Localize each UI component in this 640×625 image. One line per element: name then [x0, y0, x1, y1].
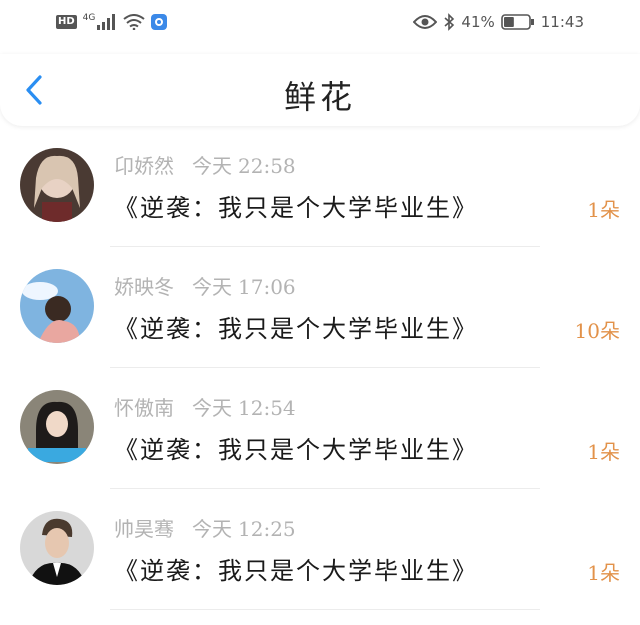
list-item[interactable]: 卬娇然 今天 22:58 《逆袭：我只是个大学毕业生》 1朵 — [0, 130, 640, 251]
sender-name: 怀傲南 — [114, 396, 174, 420]
list-item[interactable]: 怀傲南 今天 12:54 《逆袭：我只是个大学毕业生》 1朵 — [0, 372, 640, 493]
sender-meta: 帅昊骞 今天 12:25 — [114, 513, 296, 543]
book-title: 《逆袭：我只是个大学毕业生》 — [114, 557, 478, 585]
date-label: 今天 — [192, 275, 232, 299]
sender-name: 卬娇然 — [114, 154, 174, 178]
book-title: 《逆袭：我只是个大学毕业生》 — [114, 436, 478, 464]
date-label: 今天 — [192, 154, 232, 178]
flower-count: 1朵 — [587, 561, 620, 585]
sender-meta: 娇映冬 今天 17:06 — [114, 271, 296, 301]
avatar — [20, 511, 94, 585]
divider — [110, 488, 540, 489]
time-label: 12:25 — [238, 517, 296, 541]
flower-count: 1朵 — [587, 198, 620, 222]
book-title: 《逆袭：我只是个大学毕业生》 — [114, 315, 478, 343]
sender-name: 娇映冬 — [114, 275, 174, 299]
network-type: 4G — [82, 13, 96, 23]
avatar — [20, 269, 94, 343]
divider — [110, 367, 540, 368]
nav-bar: 鲜花 — [0, 54, 640, 126]
avatar — [20, 148, 94, 222]
list-item[interactable]: 娇映冬 今天 17:06 《逆袭：我只是个大学毕业生》 10朵 — [0, 251, 640, 372]
date-label: 今天 — [192, 396, 232, 420]
bluetooth-icon — [444, 13, 455, 31]
clock: 11:43 — [540, 13, 584, 31]
status-right: 41% 11:43 — [413, 11, 584, 33]
divider — [110, 246, 540, 247]
book-title: 《逆袭：我只是个大学毕业生》 — [114, 194, 478, 222]
status-bar: HD 4G 41% 11:43 — [0, 0, 640, 44]
date-label: 今天 — [192, 517, 232, 541]
sender-meta: 怀傲南 今天 12:54 — [114, 392, 296, 422]
flower-count: 10朵 — [574, 319, 620, 343]
time-label: 17:06 — [238, 275, 296, 299]
hd-badge: HD — [56, 15, 77, 29]
sender-meta: 卬娇然 今天 22:58 — [114, 150, 296, 180]
flower-count: 1朵 — [587, 440, 620, 464]
sender-name: 帅昊骞 — [114, 517, 174, 541]
signal-icon — [97, 14, 116, 30]
time-label: 12:54 — [238, 396, 296, 420]
avatar — [20, 390, 94, 464]
battery-icon — [500, 14, 534, 30]
wifi-icon — [123, 14, 145, 30]
page-title: 鲜花 — [283, 78, 356, 116]
eye-icon — [413, 15, 438, 29]
app-notification-icon — [151, 14, 168, 30]
battery-percent: 41% — [461, 13, 495, 31]
time-label: 22:58 — [238, 154, 296, 178]
list-item[interactable]: 帅昊骞 今天 12:25 《逆袭：我只是个大学毕业生》 1朵 — [0, 493, 640, 614]
status-left: HD 4G — [56, 11, 168, 33]
divider — [110, 609, 540, 610]
